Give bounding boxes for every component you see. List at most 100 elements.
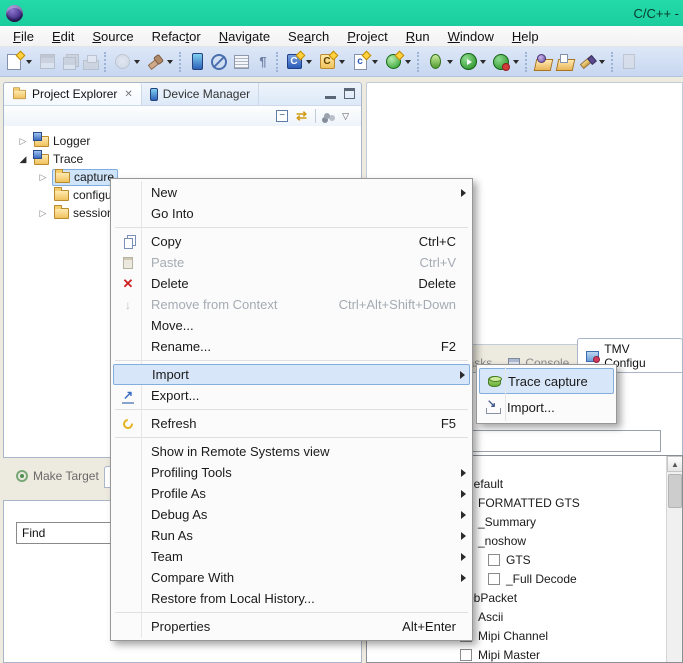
- menu-item-delete[interactable]: ✕DeleteDelete: [113, 273, 470, 294]
- c-project-icon: [34, 154, 49, 165]
- profile-icon[interactable]: [491, 52, 511, 72]
- menubar-item-refactor[interactable]: Refactor: [143, 27, 210, 46]
- dropdown-arrow-icon[interactable]: [513, 60, 519, 64]
- menu-item-run-as[interactable]: Run As: [113, 525, 470, 546]
- menubar-item-run[interactable]: Run: [397, 27, 439, 46]
- dropdown-arrow-icon[interactable]: [26, 60, 32, 64]
- console-view-icon[interactable]: [231, 52, 251, 72]
- dropdown-arrow-icon[interactable]: [134, 60, 140, 64]
- import-wiz-icon[interactable]: [533, 52, 553, 72]
- export-wiz-icon[interactable]: [555, 52, 575, 72]
- submenu-item-trace-capture[interactable]: Trace capture: [479, 368, 614, 394]
- dropdown-arrow-icon[interactable]: [599, 60, 605, 64]
- maximize-view-button[interactable]: [344, 88, 355, 99]
- collapsed-arrow-icon[interactable]: ▷: [38, 208, 48, 219]
- make-build-icon[interactable]: [383, 52, 403, 72]
- search-icon[interactable]: [577, 52, 597, 72]
- collapsed-arrow-icon[interactable]: ▷: [38, 172, 48, 183]
- profiles-icon[interactable]: [324, 113, 330, 119]
- list-item-label: Mipi Channel: [478, 629, 548, 643]
- pilcrow-icon[interactable]: [253, 52, 273, 72]
- menu-item-show-in-remote-systems-view[interactable]: Show in Remote Systems view: [113, 441, 470, 462]
- menu-item-copy[interactable]: CopyCtrl+C: [113, 231, 470, 252]
- tree-item-Trace[interactable]: ◢ Trace: [4, 150, 361, 168]
- menu-item-profile-as[interactable]: Profile As: [113, 483, 470, 504]
- menu-item-team[interactable]: Team: [113, 546, 470, 567]
- menubar-item-navigate[interactable]: Navigate: [210, 27, 279, 46]
- menu-item-paste[interactable]: PasteCtrl+V: [113, 252, 470, 273]
- new-c-file-icon[interactable]: [350, 52, 370, 72]
- menu-item-debug-as[interactable]: Debug As: [113, 504, 470, 525]
- dropdown-arrow-icon[interactable]: [372, 60, 378, 64]
- tab-make-target[interactable]: Make Target: [8, 466, 107, 486]
- new-c-project-icon[interactable]: [284, 52, 304, 72]
- timer-icon[interactable]: [112, 52, 132, 72]
- list-item[interactable]: Mipi Master: [367, 645, 682, 663]
- checkbox-icon[interactable]: [488, 573, 500, 585]
- tree-item-row[interactable]: capture: [52, 169, 118, 186]
- scroll-up-icon[interactable]: ▲: [667, 456, 683, 472]
- link-with-editor-icon[interactable]: ⇄: [296, 108, 307, 124]
- menu-item-go-into[interactable]: Go Into: [113, 203, 470, 224]
- expanded-arrow-icon[interactable]: ◢: [18, 154, 28, 165]
- debug-icon[interactable]: [425, 52, 445, 72]
- menubar-item-help[interactable]: Help: [503, 27, 548, 46]
- collapse-all-icon[interactable]: −: [276, 110, 288, 122]
- tree-item-row[interactable]: configu: [52, 187, 115, 204]
- menu-item-move[interactable]: Move...: [113, 315, 470, 336]
- dropdown-arrow-icon[interactable]: [339, 60, 345, 64]
- menu-item-profiling-tools[interactable]: Profiling Tools: [113, 462, 470, 483]
- clipped-icon[interactable]: [619, 52, 639, 72]
- dropdown-arrow-icon[interactable]: [480, 60, 486, 64]
- submenu-arrow-icon: [461, 553, 466, 561]
- dropdown-arrow-icon[interactable]: [167, 60, 173, 64]
- minimize-view-button[interactable]: [325, 96, 336, 99]
- context-menu: NewGo Into CopyCtrl+CPasteCtrl+V✕DeleteDe…: [110, 178, 473, 641]
- menubar-item-source[interactable]: Source: [83, 27, 142, 46]
- checkbox-icon[interactable]: [460, 649, 472, 661]
- tree-item-row[interactable]: Trace: [32, 151, 86, 168]
- tree-item-label: Trace: [53, 152, 83, 166]
- tree-item-row[interactable]: session: [52, 205, 117, 222]
- collapsed-arrow-icon[interactable]: ▷: [18, 136, 28, 147]
- menu-item-remove-from-context[interactable]: ↓Remove from ContextCtrl+Alt+Shift+Down: [113, 294, 470, 315]
- menu-item-export[interactable]: ↗Export...: [113, 385, 470, 406]
- menubar-item-window[interactable]: Window: [439, 27, 503, 46]
- menu-item-refresh[interactable]: RefreshF5: [113, 413, 470, 434]
- dropdown-arrow-icon[interactable]: [306, 60, 312, 64]
- explorer-tab-row: Project Explorer ✕ Device Manager: [4, 83, 361, 106]
- menu-item-new[interactable]: New: [113, 182, 470, 203]
- scrollbar[interactable]: ▲: [666, 456, 682, 662]
- menubar-item-edit[interactable]: Edit: [43, 27, 83, 46]
- menu-item-rename[interactable]: Rename...F2: [113, 336, 470, 357]
- menubar-item-file[interactable]: File: [4, 27, 43, 46]
- tree-item-row[interactable]: Logger: [32, 133, 93, 150]
- view-menu-icon[interactable]: ▽: [342, 111, 349, 122]
- menubar-item-search[interactable]: Search: [279, 27, 338, 46]
- menu-item-compare-with[interactable]: Compare With: [113, 567, 470, 588]
- new-wizard-icon[interactable]: [4, 52, 24, 72]
- build-hammer-icon[interactable]: [145, 52, 165, 72]
- close-tab-icon[interactable]: ✕: [124, 89, 132, 100]
- list-item-label: GTS: [506, 553, 531, 567]
- new-cpp-project-icon[interactable]: [317, 52, 337, 72]
- dropdown-arrow-icon[interactable]: [405, 60, 411, 64]
- scrollbar-thumb[interactable]: [668, 474, 682, 508]
- tree-item-Logger[interactable]: ▷ Logger: [4, 132, 361, 150]
- save-icon[interactable]: [37, 52, 57, 72]
- dropdown-arrow-icon[interactable]: [447, 60, 453, 64]
- skip-bp-icon[interactable]: [209, 52, 229, 72]
- menu-item-import[interactable]: Import: [113, 364, 470, 385]
- checkbox-icon[interactable]: [488, 554, 500, 566]
- menubar-item-project[interactable]: Project: [338, 27, 396, 46]
- list-item-label: FORMATTED GTS: [478, 496, 580, 510]
- run-icon[interactable]: [458, 52, 478, 72]
- tab-project-explorer[interactable]: Project Explorer ✕: [4, 83, 142, 105]
- menu-item-restore-from-local-history[interactable]: Restore from Local History...: [113, 588, 470, 609]
- save-all-icon[interactable]: [59, 52, 79, 72]
- tab-device-manager[interactable]: Device Manager: [142, 83, 259, 105]
- print-icon[interactable]: [81, 52, 101, 72]
- device-icon[interactable]: [187, 52, 207, 72]
- menu-item-properties[interactable]: PropertiesAlt+Enter: [113, 616, 470, 637]
- submenu-item-import[interactable]: Import...: [479, 394, 614, 420]
